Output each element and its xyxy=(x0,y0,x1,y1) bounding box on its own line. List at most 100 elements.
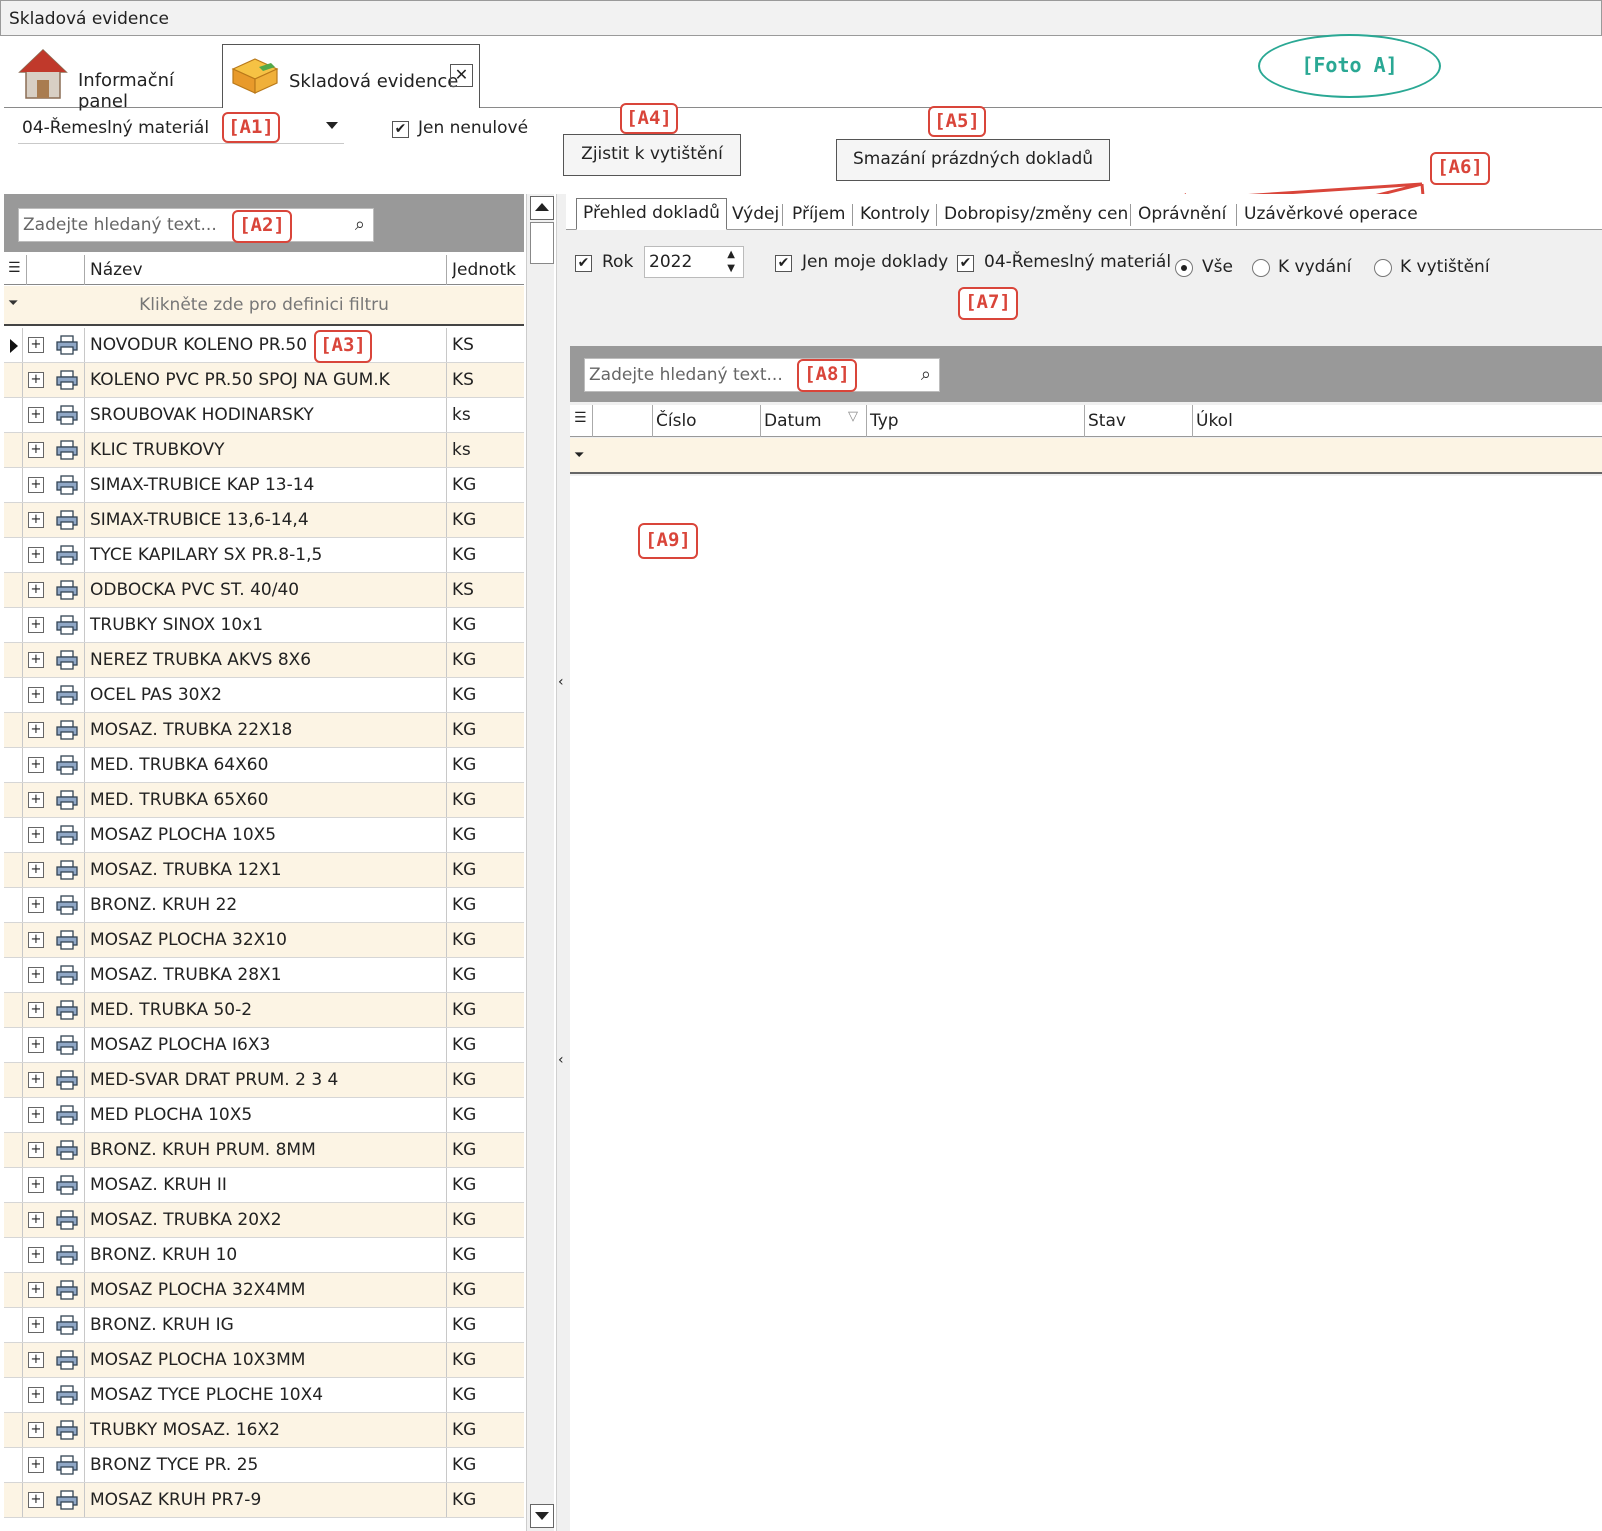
rok-checkbox[interactable]: ✔ xyxy=(575,255,592,272)
expand-icon[interactable]: + xyxy=(28,442,44,458)
right-filter-row[interactable]: ⏷ xyxy=(570,438,1602,474)
printer-icon[interactable] xyxy=(56,580,78,600)
tab-opravneni[interactable]: Oprávnění xyxy=(1138,204,1226,224)
printer-icon[interactable] xyxy=(56,860,78,880)
table-row[interactable]: + TRUBKY SINOX 10x1 KG xyxy=(4,608,524,643)
printer-icon[interactable] xyxy=(56,895,78,915)
tab-prehled-dokladu[interactable]: Přehled dokladů xyxy=(576,198,727,230)
row-indicator[interactable] xyxy=(4,748,23,782)
expand-icon[interactable]: + xyxy=(28,1037,44,1053)
scroll-down-button[interactable] xyxy=(530,1504,554,1528)
row-indicator[interactable] xyxy=(4,398,23,432)
table-row[interactable]: + MED. TRUBKA 65X60 KG xyxy=(4,783,524,818)
category-combo[interactable]: 04-Řemeslný materiál xyxy=(18,114,344,144)
column-nazev[interactable]: Název xyxy=(90,260,143,280)
scroll-thumb[interactable] xyxy=(530,222,554,264)
printer-icon[interactable] xyxy=(56,965,78,985)
table-row[interactable]: + SIMAX-TRUBICE KAP 13-14 KG xyxy=(4,468,524,503)
table-row[interactable]: + OCEL PAS 30X2 KG xyxy=(4,678,524,713)
expand-icon[interactable]: + xyxy=(28,1387,44,1403)
printer-icon[interactable] xyxy=(56,615,78,635)
table-row[interactable]: + MOSAZ. KRUH II KG xyxy=(4,1168,524,1203)
radio-vse[interactable] xyxy=(1175,259,1193,277)
expand-icon[interactable]: + xyxy=(28,617,44,633)
left-search-input[interactable]: Zadejte hledaný text... ⌕ xyxy=(18,208,374,242)
expand-icon[interactable]: + xyxy=(28,337,44,353)
row-indicator[interactable] xyxy=(4,1203,23,1237)
expand-icon[interactable]: + xyxy=(28,932,44,948)
table-row[interactable]: + MOSAZ. TRUBKA 20X2 KG xyxy=(4,1203,524,1238)
printer-icon[interactable] xyxy=(56,1070,78,1090)
row-indicator[interactable] xyxy=(4,1098,23,1132)
table-row[interactable]: + TYCE KAPILARY SX PR.8-1,5 KG xyxy=(4,538,524,573)
table-row[interactable]: + BRONZ. KRUH 22 KG xyxy=(4,888,524,923)
table-row[interactable]: + MOSAZ. TRUBKA 22X18 KG xyxy=(4,713,524,748)
tab-dobropisy[interactable]: Dobropisy/změny cen xyxy=(944,204,1128,224)
row-indicator[interactable] xyxy=(4,1343,23,1377)
right-search-input[interactable]: Zadejte hledaný text... ⌕ xyxy=(584,358,940,392)
printer-icon[interactable] xyxy=(56,1105,78,1125)
column-chooser-icon-right[interactable]: ☰ xyxy=(574,410,587,426)
table-row[interactable]: + MOSAZ PLOCHA 32X10 KG xyxy=(4,923,524,958)
printer-icon[interactable] xyxy=(56,370,78,390)
expand-icon[interactable]: + xyxy=(28,547,44,563)
table-row[interactable]: + MED. TRUBKA 64X60 KG xyxy=(4,748,524,783)
expand-icon[interactable]: + xyxy=(28,687,44,703)
printer-icon[interactable] xyxy=(56,1210,78,1230)
tab-prijem[interactable]: Příjem xyxy=(792,204,845,224)
table-row[interactable]: + MED-SVAR DRAT PRUM. 2 3 4 KG xyxy=(4,1063,524,1098)
table-row[interactable]: + MED PLOCHA 10X5 KG xyxy=(4,1098,524,1133)
radio-k-vytisteni[interactable] xyxy=(1374,259,1392,277)
tab-skladova-evidence[interactable]: Skladová evidence ✕ xyxy=(222,44,480,108)
table-row[interactable]: + SIMAX-TRUBICE 13,6-14,4 KG xyxy=(4,503,524,538)
expand-icon[interactable]: + xyxy=(28,1422,44,1438)
table-row[interactable]: + MOSAZ KRUH PR7-9 KG xyxy=(4,1483,524,1518)
collapse-left-icon[interactable]: ‹ xyxy=(558,674,564,690)
expand-icon[interactable]: + xyxy=(28,1352,44,1368)
tab-kontroly[interactable]: Kontroly xyxy=(860,204,930,224)
printer-icon[interactable] xyxy=(56,1000,78,1020)
printer-icon[interactable] xyxy=(56,545,78,565)
printer-icon[interactable] xyxy=(56,1385,78,1405)
printer-icon[interactable] xyxy=(56,475,78,495)
table-row[interactable]: + MOSAZ PLOCHA 10X5 KG xyxy=(4,818,524,853)
row-indicator[interactable] xyxy=(4,1378,23,1412)
table-row[interactable]: + TRUBKY MOSAZ. 16X2 KG xyxy=(4,1413,524,1448)
table-row[interactable]: + MOSAZ. TRUBKA 28X1 KG xyxy=(4,958,524,993)
expand-icon[interactable]: + xyxy=(28,1072,44,1088)
expand-icon[interactable]: + xyxy=(28,1212,44,1228)
expand-icon[interactable]: + xyxy=(28,897,44,913)
row-indicator[interactable] xyxy=(4,643,23,677)
spin-down-icon[interactable]: ▼ xyxy=(727,263,735,274)
printer-icon[interactable] xyxy=(56,1140,78,1160)
expand-icon[interactable]: + xyxy=(28,1317,44,1333)
checkbox-checked-icon[interactable]: ✔ xyxy=(392,121,409,138)
row-indicator[interactable] xyxy=(4,328,23,362)
expand-icon[interactable]: + xyxy=(28,757,44,773)
table-row[interactable]: + SROUBOVAK HODINARSKY ks xyxy=(4,398,524,433)
sort-descending-icon[interactable]: ▽ xyxy=(848,409,858,424)
tab-vydej[interactable]: Výdej xyxy=(732,204,779,224)
expand-icon[interactable]: + xyxy=(28,1492,44,1508)
printer-icon[interactable] xyxy=(56,685,78,705)
table-row[interactable]: + BRONZ TYCE PR. 25 KG xyxy=(4,1448,524,1483)
expand-icon[interactable]: + xyxy=(28,862,44,878)
printer-icon[interactable] xyxy=(56,825,78,845)
table-row[interactable]: + KLIC TRUBKOVY ks xyxy=(4,433,524,468)
row-indicator[interactable] xyxy=(4,608,23,642)
expand-icon[interactable]: + xyxy=(28,967,44,983)
expand-icon[interactable]: + xyxy=(28,477,44,493)
radio-k-vydani[interactable] xyxy=(1252,259,1270,277)
jen-moje-checkbox[interactable]: ✔ xyxy=(775,255,792,272)
expand-icon[interactable]: + xyxy=(28,722,44,738)
jen-nenulove-checkbox[interactable]: ✔ Jen nenulové xyxy=(390,118,550,142)
printer-icon[interactable] xyxy=(56,1035,78,1055)
row-indicator[interactable] xyxy=(4,923,23,957)
chevron-down-icon[interactable] xyxy=(326,122,338,129)
expand-icon[interactable]: + xyxy=(28,792,44,808)
row-indicator[interactable] xyxy=(4,1448,23,1482)
row-indicator[interactable] xyxy=(4,468,23,502)
row-indicator[interactable] xyxy=(4,1413,23,1447)
row-indicator[interactable] xyxy=(4,503,23,537)
column-ukol[interactable]: Úkol xyxy=(1196,411,1233,431)
